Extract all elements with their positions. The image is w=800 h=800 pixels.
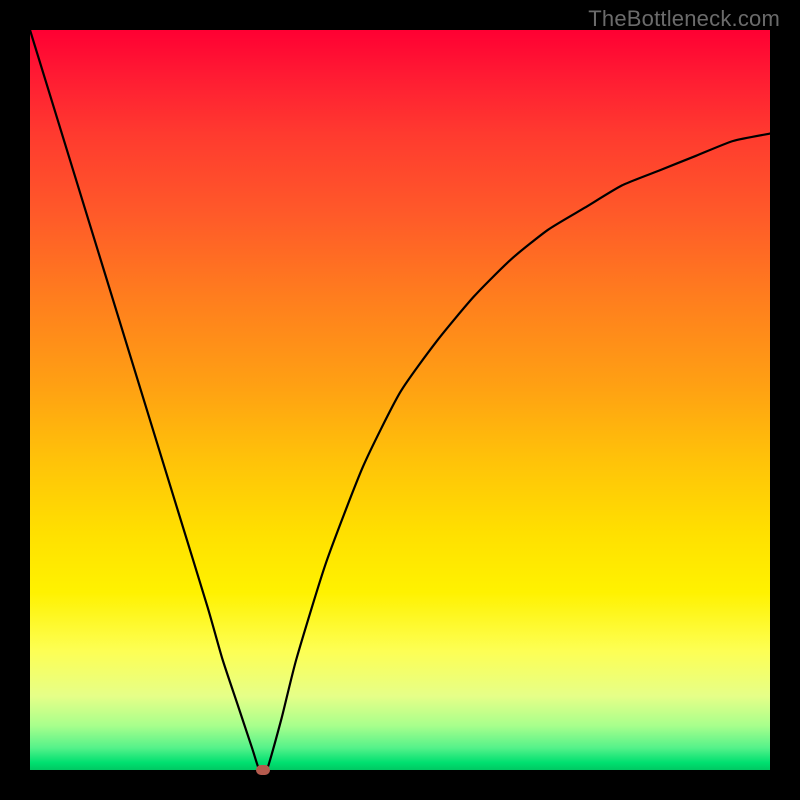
- watermark-text: TheBottleneck.com: [588, 6, 780, 32]
- chart-frame: TheBottleneck.com: [0, 0, 800, 800]
- chart-plot-area: [30, 30, 770, 770]
- optimum-marker: [256, 765, 270, 775]
- bottleneck-curve: [30, 30, 770, 770]
